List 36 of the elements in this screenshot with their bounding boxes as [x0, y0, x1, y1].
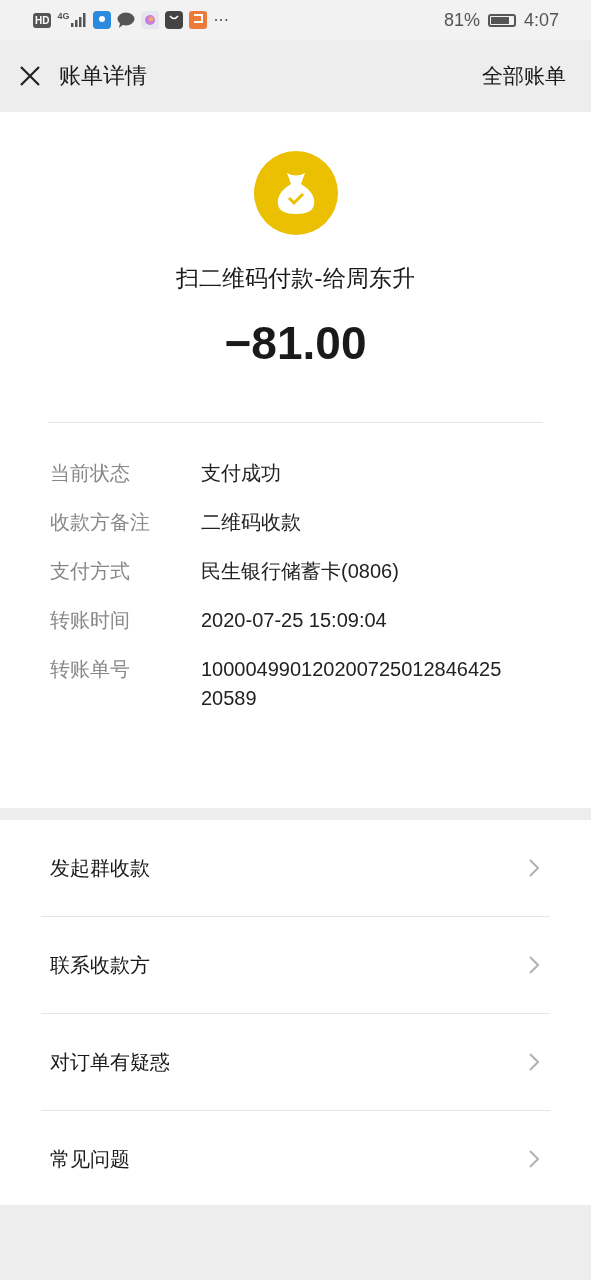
menu-item[interactable]: 常见问题	[41, 1111, 550, 1207]
chevron-icon	[529, 1150, 539, 1168]
chevron-icon	[529, 1053, 539, 1071]
hd-badge: HD	[33, 12, 52, 28]
detail-value: 2020-07-25 15:09:04	[201, 608, 388, 633]
menu-item[interactable]: 对订单有疑惑	[41, 1014, 550, 1111]
detail-label: 支付方式	[50, 558, 131, 585]
network-label: 4G	[57, 11, 70, 21]
payment-title: 扫二维码付款-给周东升	[176, 264, 415, 293]
page-title: 账单详情	[59, 62, 147, 90]
money-bag-icon	[253, 151, 338, 235]
detail-label: 当前状态	[50, 460, 131, 487]
app-icon	[189, 11, 208, 29]
battery-icon	[487, 13, 516, 27]
detail-label: 收款方备注	[50, 509, 151, 536]
app-icon	[93, 11, 112, 29]
amount: −81.00	[224, 316, 367, 370]
detail-label: 转账时间	[50, 607, 131, 634]
detail-label: 转账单号	[50, 656, 131, 683]
menu-item[interactable]: 发起群收款	[41, 820, 550, 917]
app-icon	[141, 11, 160, 29]
detail-value: 二维码收款	[201, 510, 302, 535]
battery-percent: 81%	[443, 9, 480, 31]
chevron-icon	[529, 956, 539, 974]
close-icon[interactable]	[19, 65, 41, 87]
clock: 4:07	[523, 9, 559, 31]
app-icon	[165, 11, 184, 29]
signal-icon	[71, 13, 88, 27]
chevron-icon	[529, 859, 539, 877]
more-indicator: ···	[213, 10, 229, 30]
detail-value: 民生银行储蓄卡(0806)	[201, 559, 400, 584]
menu-item[interactable]: 联系收款方	[41, 917, 550, 1014]
detail-value: 10000499012020072501284642520589	[201, 657, 503, 711]
detail-value: 支付成功	[201, 461, 282, 486]
all-bills-link[interactable]: 全部账单	[482, 62, 566, 90]
chat-icon	[117, 12, 136, 28]
